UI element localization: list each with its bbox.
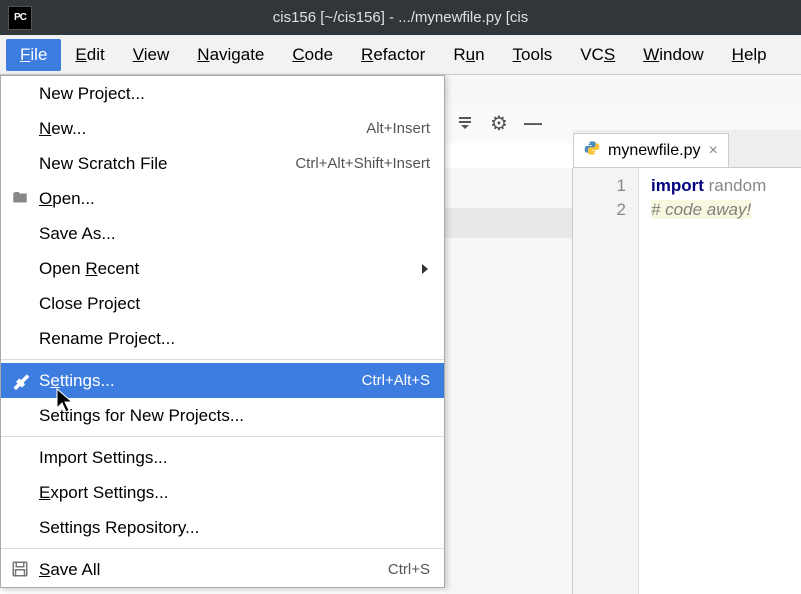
menu-save-all[interactable]: Save All Ctrl+S — [1, 552, 444, 587]
menu-settings-repo[interactable]: Settings Repository... — [1, 510, 444, 545]
code-line: import random — [651, 174, 766, 198]
menu-window[interactable]: Window — [629, 39, 717, 71]
code-editor[interactable]: 1 2 import random # code away! — [573, 168, 801, 594]
menu-separator — [1, 548, 444, 549]
menu-vcs[interactable]: VCS — [566, 39, 629, 71]
gear-icon[interactable]: ⚙ — [487, 111, 511, 135]
menu-new[interactable]: New...Alt+Insert — [1, 111, 444, 146]
menu-separator — [1, 359, 444, 360]
line-number: 1 — [573, 174, 626, 198]
menu-new-scratch[interactable]: New Scratch FileCtrl+Alt+Shift+Insert — [1, 146, 444, 181]
tab-filename: mynewfile.py — [608, 142, 700, 160]
menu-import-settings[interactable]: Import Settings... — [1, 440, 444, 475]
menu-save-as[interactable]: Save As... — [1, 216, 444, 251]
collapse-icon[interactable]: — — [521, 111, 545, 135]
menu-settings[interactable]: Settings... Ctrl+Alt+S — [1, 363, 444, 398]
menu-settings-new-project[interactable]: Settings for New Projects... — [1, 398, 444, 433]
menu-separator — [1, 436, 444, 437]
app-icon: PC — [8, 6, 32, 30]
python-file-icon — [584, 140, 600, 161]
menu-file[interactable]: File — [6, 39, 61, 71]
menu-view[interactable]: View — [119, 39, 184, 71]
menu-export-settings[interactable]: Export Settings... — [1, 475, 444, 510]
menu-open[interactable]: Open... — [1, 181, 444, 216]
wrench-icon — [11, 371, 31, 391]
file-menu-dropdown: New Project... New...Alt+Insert New Scra… — [0, 75, 445, 588]
editor-tab[interactable]: mynewfile.py × — [573, 133, 729, 167]
menubar: File Edit View Navigate Code Refactor Ru… — [0, 35, 801, 75]
menu-help[interactable]: Help — [718, 39, 781, 71]
menu-new-project[interactable]: New Project... — [1, 76, 444, 111]
menu-code[interactable]: Code — [278, 39, 347, 71]
project-view — [445, 168, 573, 594]
menu-close-project[interactable]: Close Project — [1, 286, 444, 321]
code-area[interactable]: import random # code away! — [639, 168, 766, 594]
editor-tabbar: mynewfile.py × — [573, 130, 801, 168]
menu-rename-project[interactable]: Rename Project... — [1, 321, 444, 356]
menu-tools[interactable]: Tools — [499, 39, 567, 71]
line-number: 2 — [573, 198, 626, 222]
window-titlebar: PC cis156 [~/cis156] - .../mynewfile.py … — [0, 0, 801, 35]
menu-navigate[interactable]: Navigate — [183, 39, 278, 71]
menu-open-recent[interactable]: Open Recent — [1, 251, 444, 286]
menu-edit[interactable]: Edit — [61, 39, 118, 71]
list-item[interactable] — [445, 208, 572, 238]
line-gutter: 1 2 — [573, 168, 639, 594]
dropdown-arrow-icon[interactable] — [453, 111, 477, 135]
menu-refactor[interactable]: Refactor — [347, 39, 439, 71]
window-title: cis156 [~/cis156] - .../mynewfile.py [ci… — [0, 9, 801, 26]
menu-run[interactable]: Run — [439, 39, 498, 71]
chevron-right-icon — [420, 259, 430, 279]
code-line: # code away! — [651, 198, 766, 222]
close-icon[interactable]: × — [708, 142, 717, 160]
folder-icon — [11, 189, 31, 209]
save-icon — [11, 560, 31, 580]
